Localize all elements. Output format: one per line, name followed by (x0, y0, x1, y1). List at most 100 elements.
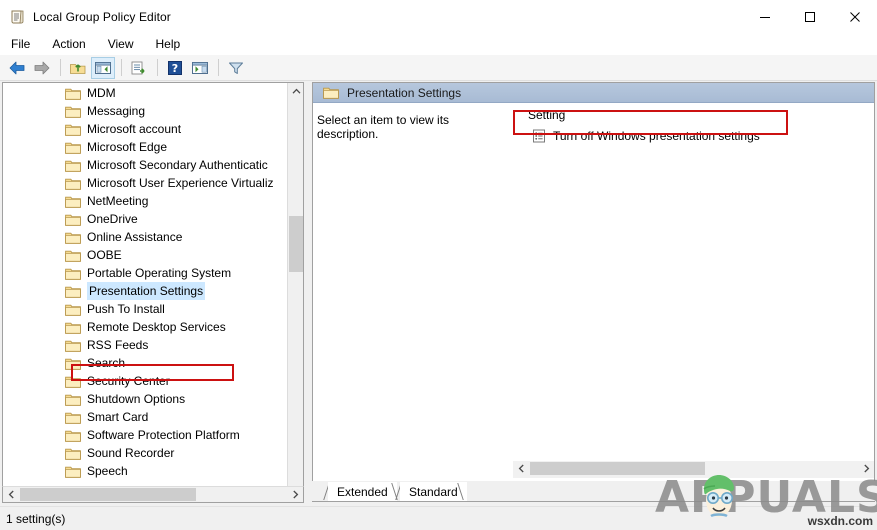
tree-item-label: Portable Operating System (87, 266, 232, 280)
tree-item-label: MDM (87, 86, 116, 100)
tree-item-microsoft-account[interactable]: Microsoft account (3, 120, 287, 138)
view-tabs: Extended Standard (312, 481, 875, 502)
tree-item-online-assistance[interactable]: Online Assistance (3, 228, 287, 246)
tree-item-software-protection-platform[interactable]: Software Protection Platform (3, 426, 287, 444)
tree-item-label: OOBE (87, 248, 122, 262)
tree-item-microsoft-secondary-authenticatic[interactable]: Microsoft Secondary Authenticatic (3, 156, 287, 174)
show-hide-console-tree-button[interactable] (91, 56, 115, 79)
pane-body: Select an item to view its description. … (313, 104, 874, 480)
folder-icon (65, 231, 81, 244)
tree-item-messaging[interactable]: Messaging (3, 102, 287, 120)
folder-icon (65, 411, 81, 424)
minimize-button[interactable] (742, 0, 787, 33)
folder-icon (65, 393, 81, 406)
tree-item-label: RSS Feeds (87, 338, 149, 352)
status-text: 1 setting(s) (6, 511, 66, 526)
folder-icon (65, 339, 81, 352)
back-button[interactable] (5, 57, 29, 79)
export-list-button[interactable] (127, 57, 151, 79)
tree-hscroll-thumb[interactable] (20, 488, 196, 501)
folder-icon (65, 213, 81, 226)
folder-icon (65, 141, 81, 154)
scroll-right-button[interactable] (858, 461, 874, 476)
local-group-policy-editor-window: Local Group Policy Editor File Action Vi… (0, 0, 877, 530)
tree-item-label: Sound Recorder (87, 446, 175, 460)
tree-item-mdm[interactable]: MDM (3, 84, 287, 102)
setting-highlight-box (513, 110, 788, 135)
tree-item-label: Microsoft User Experience Virtualiz (87, 176, 274, 190)
tree-item-label: Speech (87, 464, 128, 478)
help-button[interactable]: ? (163, 57, 187, 79)
tree-item-speech[interactable]: Speech (3, 462, 287, 480)
settings-hscroll-thumb[interactable] (530, 462, 705, 475)
tree-item-label: NetMeeting (87, 194, 149, 208)
tree-item-label: Messaging (87, 104, 146, 118)
folder-icon (65, 447, 81, 460)
folder-icon (65, 87, 81, 100)
tree-item-netmeeting[interactable]: NetMeeting (3, 192, 287, 210)
main-content: MDM Messaging Microsoft account Microsoft E… (0, 82, 877, 506)
folder-icon (65, 267, 81, 280)
up-one-level-button[interactable] (66, 57, 90, 79)
forward-button[interactable] (30, 57, 54, 79)
tree-horizontal-scrollbar[interactable] (2, 486, 304, 503)
scroll-up-button[interactable] (288, 83, 303, 100)
filter-button[interactable] (224, 57, 248, 79)
tab-extended[interactable]: Extended (328, 482, 397, 501)
policy-tree[interactable]: MDM Messaging Microsoft account Microsoft E… (3, 84, 287, 484)
tree-scroll-thumb[interactable] (289, 216, 303, 272)
maximize-button[interactable] (787, 0, 832, 33)
folder-icon (65, 429, 81, 442)
folder-icon (65, 195, 81, 208)
settings-horizontal-scrollbar[interactable] (513, 461, 874, 478)
tree-item-remote-desktop-services[interactable]: Remote Desktop Services (3, 318, 287, 336)
scroll-right-button[interactable] (287, 487, 303, 502)
tree-item-label: Shutdown Options (87, 392, 186, 406)
folder-icon (65, 465, 81, 478)
folder-icon (65, 483, 81, 485)
menu-item-action[interactable]: Action (41, 35, 96, 53)
tree-item-label: Presentation Settings (87, 282, 206, 300)
settings-list[interactable]: Setting Turn off Windows presentation se… (513, 104, 874, 480)
tree-item-smart-card[interactable]: Smart Card (3, 408, 287, 426)
tree-item-push-to-install[interactable]: Push To Install (3, 300, 287, 318)
status-bar: 1 setting(s) (0, 506, 877, 530)
console-tree-pane: MDM Messaging Microsoft account Microsoft E… (2, 82, 304, 502)
tree-item-label: Software Protection Platform (87, 428, 240, 442)
show-hide-action-pane-button[interactable] (188, 57, 212, 79)
tree-item-onedrive[interactable]: OneDrive (3, 210, 287, 228)
tree-item-microsoft-edge[interactable]: Microsoft Edge (3, 138, 287, 156)
tree-vertical-scrollbar[interactable] (287, 83, 303, 501)
scroll-left-button[interactable] (513, 461, 529, 476)
folder-icon (65, 303, 81, 316)
tree-item-oobe[interactable]: OOBE (3, 246, 287, 264)
tree-item-portable-operating-system[interactable]: Portable Operating System (3, 264, 287, 282)
tab-standard[interactable]: Standard (400, 482, 467, 501)
tree-item-label: Microsoft Secondary Authenticatic (87, 158, 268, 172)
tree-item-label: St (87, 480, 98, 484)
folder-icon (323, 86, 339, 99)
toolbar-separator (121, 59, 122, 76)
menu-item-help[interactable]: Help (145, 35, 192, 53)
toolbar-separator (157, 59, 158, 76)
settings-pane: Presentation Settings Select an item to … (312, 82, 875, 502)
menu-item-view[interactable]: View (97, 35, 145, 53)
tree-item-label: Push To Install (87, 302, 165, 316)
selected-node-highlight-box (71, 364, 234, 381)
tree-item-label: Online Assistance (87, 230, 183, 244)
description-text: Select an item to view its description. (317, 113, 450, 141)
tree-item-presentation-settings[interactable]: Presentation Settings (3, 282, 287, 300)
close-button[interactable] (832, 0, 877, 33)
scroll-left-button[interactable] (3, 487, 19, 502)
menu-bar: File Action View Help (0, 33, 877, 55)
tree-item-shutdown-options[interactable]: Shutdown Options (3, 390, 287, 408)
tree-item-label: Remote Desktop Services (87, 320, 226, 334)
policy-document-icon (9, 9, 25, 25)
pane-header: Presentation Settings (313, 83, 874, 103)
tree-item-st[interactable]: St (3, 480, 287, 484)
tree-item-sound-recorder[interactable]: Sound Recorder (3, 444, 287, 462)
tree-item-microsoft-user-experience-virtualiz[interactable]: Microsoft User Experience Virtualiz (3, 174, 287, 192)
tree-item-rss-feeds[interactable]: RSS Feeds (3, 336, 287, 354)
toolbar-separator (218, 59, 219, 76)
menu-item-file[interactable]: File (0, 35, 41, 53)
